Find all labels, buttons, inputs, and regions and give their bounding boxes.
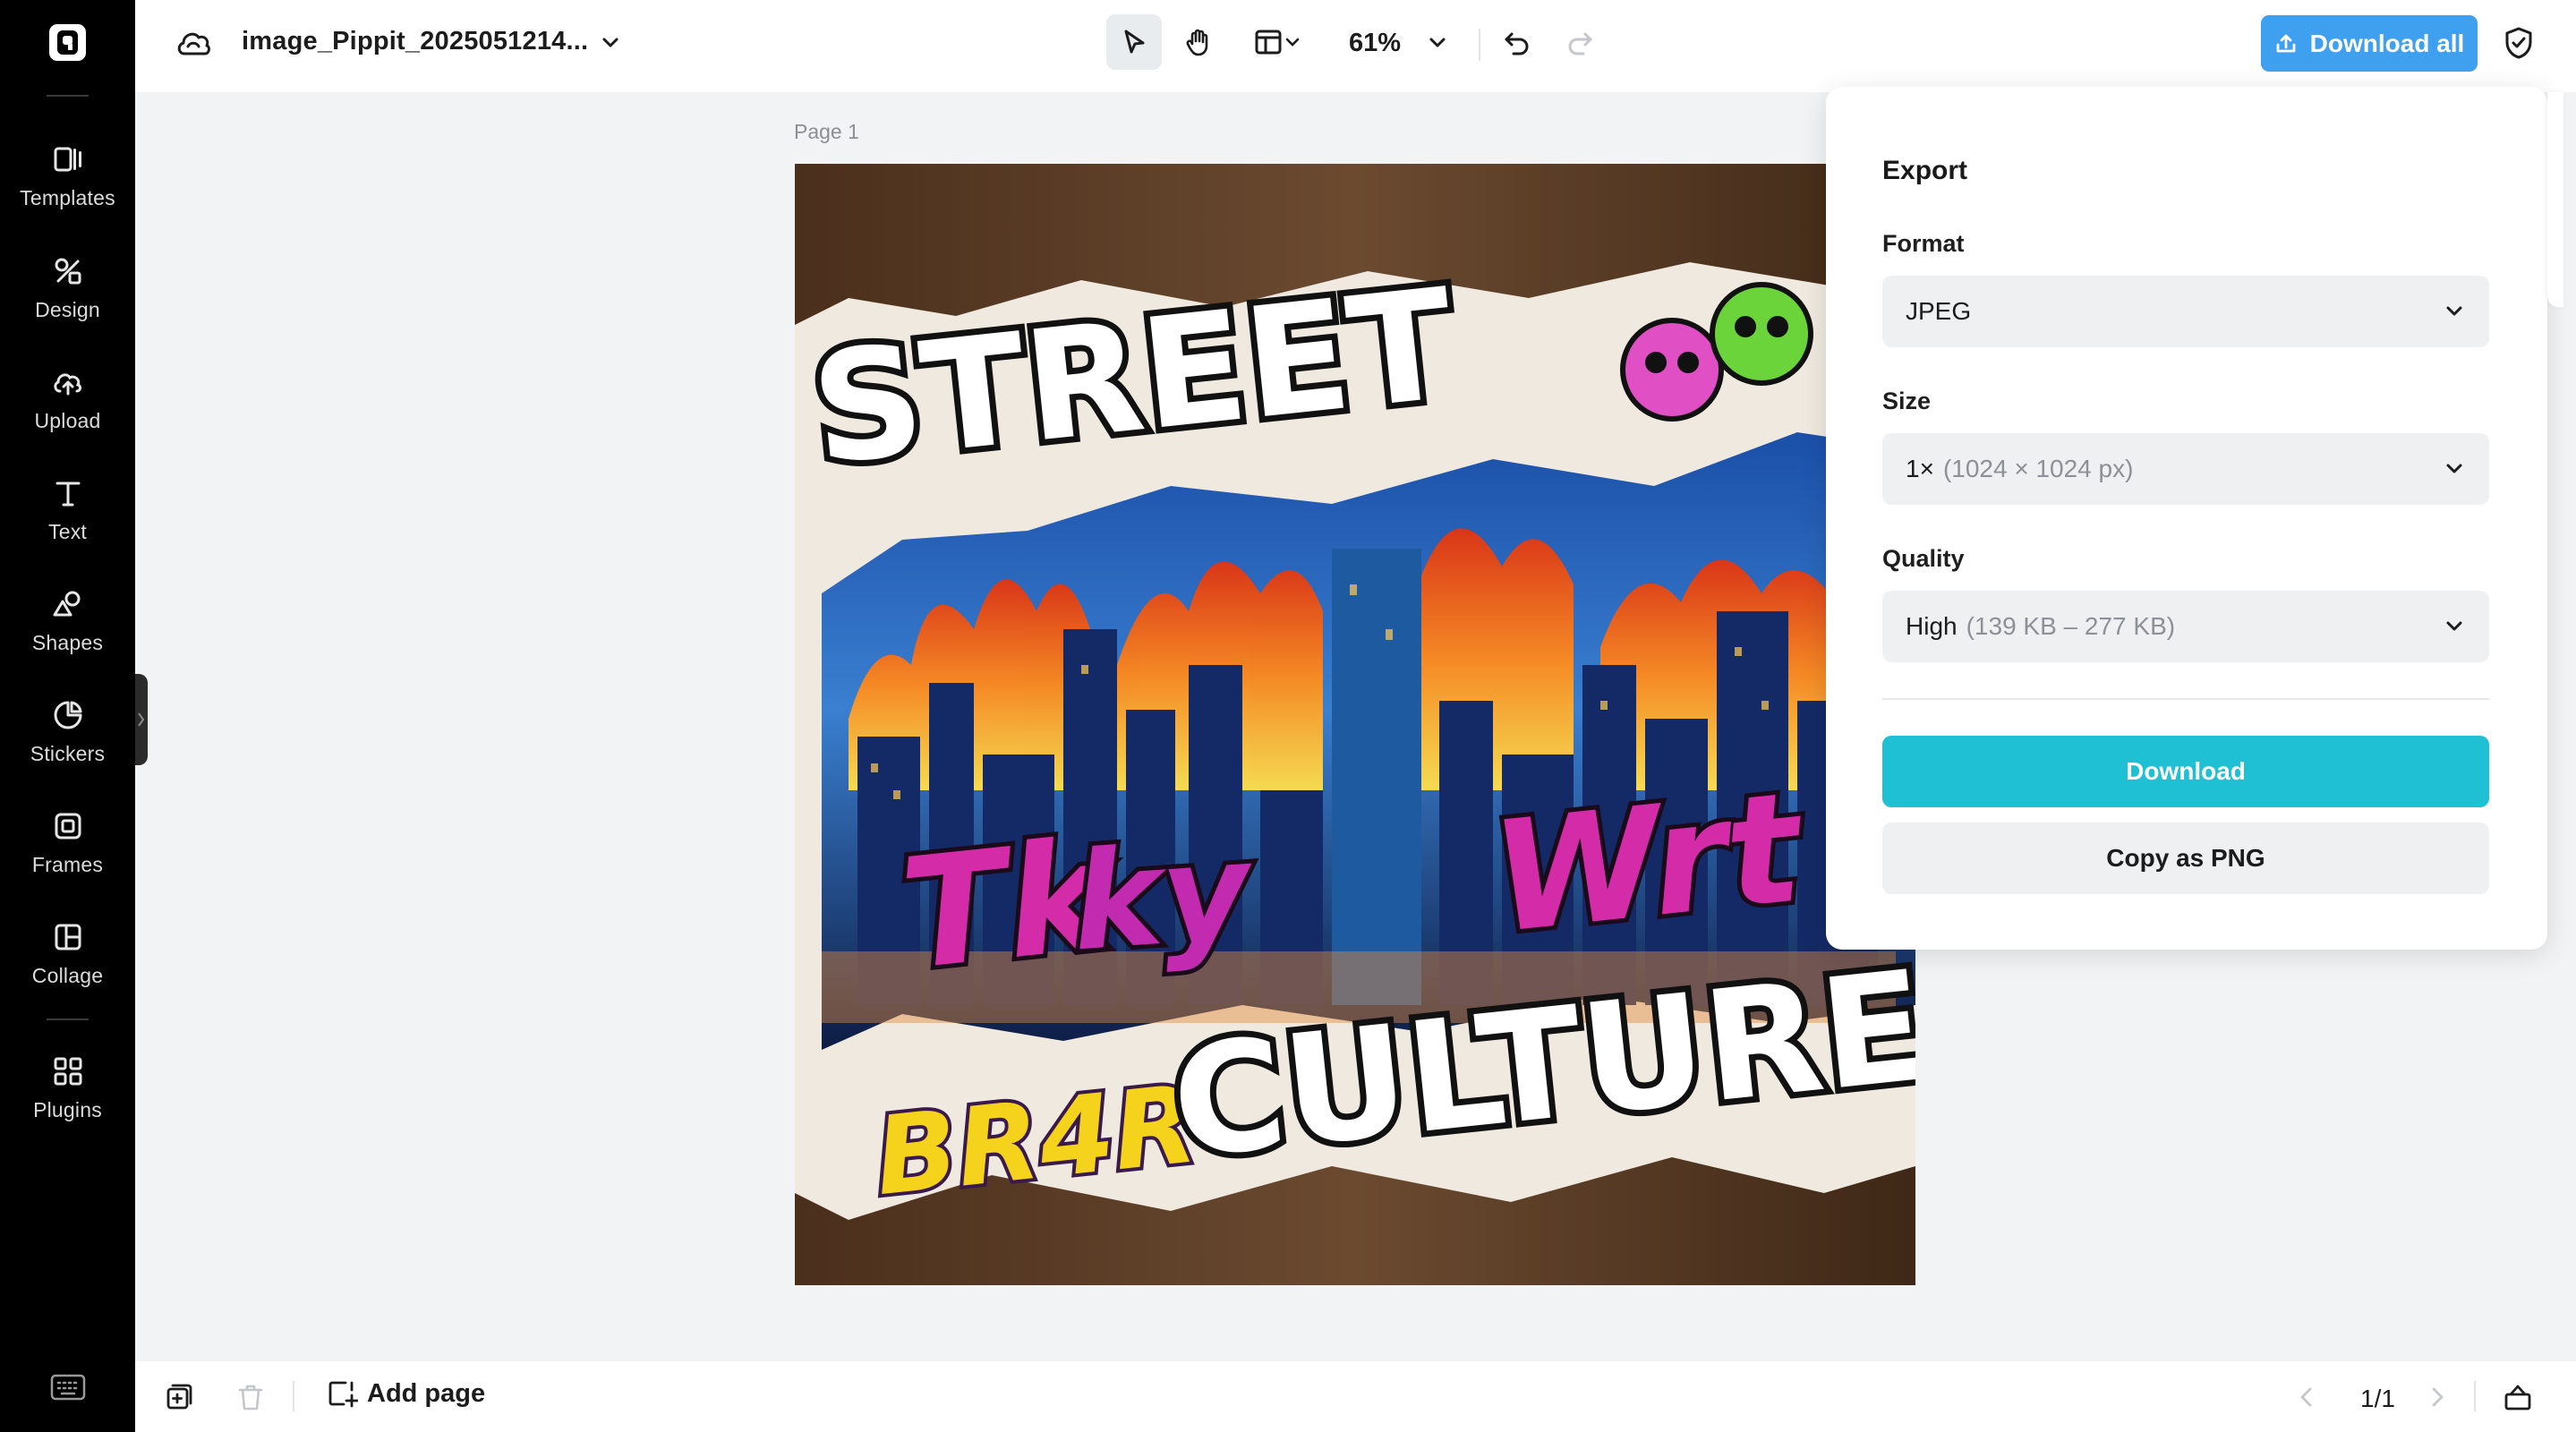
- undo-icon[interactable]: [1501, 27, 1533, 59]
- sidebar-item-label: Text: [48, 520, 87, 543]
- chevron-down-icon: [1285, 38, 1300, 47]
- sidebar-item-label: Plugins: [33, 1098, 102, 1121]
- top-toolbar: image_Pippit_2025051214... 61% Download …: [135, 0, 2576, 92]
- layout-menu-button[interactable]: [1241, 14, 1313, 70]
- page-label: Page 1: [794, 120, 859, 143]
- shapes-icon: [53, 591, 80, 617]
- bottom-divider: [293, 1381, 294, 1411]
- stickers-icon: [54, 701, 81, 729]
- right-panel-edge: [2547, 92, 2563, 307]
- sidebar-item-design[interactable]: Design: [0, 253, 135, 352]
- copy-as-png-button[interactable]: Copy as PNG: [1882, 823, 2489, 894]
- redo-icon[interactable]: [1564, 27, 1596, 59]
- keyboard-shortcuts-icon[interactable]: [50, 1374, 86, 1401]
- chevron-down-icon: [2446, 306, 2462, 316]
- quality-detail: (139 KB – 277 KB): [1966, 612, 2176, 640]
- export-title: Export: [1882, 156, 1968, 185]
- format-value: JPEG: [1906, 297, 1972, 325]
- app-logo[interactable]: [49, 24, 86, 61]
- sidebar-item-shapes[interactable]: Shapes: [0, 586, 135, 685]
- duplicate-page-icon[interactable]: [163, 1381, 195, 1413]
- layers-panel-icon[interactable]: [2502, 1381, 2534, 1413]
- format-label: Format: [1882, 230, 1965, 257]
- chevron-down-icon[interactable]: [600, 32, 621, 54]
- cursor-icon: [1124, 30, 1145, 54]
- sidebar-item-label: Collage: [31, 964, 104, 987]
- sidebar-item-label: Frames: [31, 853, 104, 876]
- plugins-icon: [54, 1057, 81, 1086]
- trash-icon[interactable]: [235, 1381, 267, 1413]
- hand-tool-button[interactable]: [1171, 14, 1226, 70]
- download-button[interactable]: Download: [1882, 736, 2489, 807]
- sidebar-item-label: Stickers: [30, 742, 106, 765]
- left-sidebar: Templates Design Upload Text Shapes Stic…: [0, 0, 135, 1432]
- sidebar-item-label: Templates: [20, 186, 115, 209]
- templates-icon: [54, 147, 81, 172]
- zoom-chevron-down-icon[interactable]: [1427, 32, 1448, 54]
- zoom-level[interactable]: 61%: [1349, 29, 1401, 58]
- next-page-icon[interactable]: [2423, 1383, 2452, 1411]
- toolbar-divider: [1479, 29, 1480, 61]
- previous-page-icon[interactable]: [2292, 1383, 2321, 1411]
- shield-check-icon[interactable]: [2501, 25, 2537, 61]
- collage-icon: [55, 924, 81, 950]
- sidebar-collapse-handle[interactable]: [135, 674, 148, 765]
- page-counter: 1/1: [2360, 1385, 2395, 1412]
- export-divider: [1882, 698, 2489, 700]
- hand-icon: [1186, 29, 1208, 56]
- upload-icon: [53, 373, 81, 396]
- document-title[interactable]: image_Pippit_2025051214...: [242, 27, 588, 56]
- sidebar-item-stickers[interactable]: Stickers: [0, 697, 135, 796]
- sidebar-item-label: Shapes: [31, 631, 104, 654]
- svg-text:Wrt: Wrt: [1485, 759, 1813, 967]
- export-panel: Export Format JPEG Size 1× (1024 × 1024 …: [1826, 87, 2547, 950]
- sidebar-item-label: Design: [35, 298, 100, 321]
- add-page-icon: [328, 1381, 358, 1408]
- add-page-button[interactable]: Add page: [326, 1377, 485, 1410]
- text-icon: [55, 482, 80, 507]
- chevron-down-icon: [2446, 621, 2462, 631]
- select-tool-button[interactable]: [1106, 14, 1162, 70]
- size-detail: (1024 × 1024 px): [1942, 455, 2134, 482]
- bottom-divider: [2474, 1381, 2476, 1411]
- svg-text:ky: ky: [1067, 814, 1259, 982]
- cloud-sync-icon[interactable]: [175, 27, 211, 59]
- quality-select[interactable]: High (139 KB – 277 KB): [1882, 591, 2489, 662]
- size-label: Size: [1882, 388, 1932, 414]
- sidebar-item-label: Upload: [34, 409, 101, 432]
- sidebar-item-frames[interactable]: Frames: [0, 808, 135, 907]
- sidebar-item-templates[interactable]: Templates: [0, 141, 135, 240]
- chevron-down-icon: [2446, 464, 2462, 473]
- sidebar-item-upload[interactable]: Upload: [0, 364, 135, 463]
- sidebar-item-collage[interactable]: Collage: [0, 919, 135, 1018]
- download-all-label: Download all: [2309, 29, 2465, 57]
- sidebar-item-text[interactable]: Text: [0, 475, 135, 574]
- street-culture-artwork: Tk ky Wrt BR4R STREET CULTURE: [795, 164, 1915, 1285]
- quality-label: Quality: [1882, 545, 1965, 572]
- chevron-right-icon: [138, 712, 145, 727]
- share-upload-icon: [2276, 34, 2296, 52]
- bottom-toolbar: Add page 1/1: [135, 1361, 2576, 1432]
- quality-value: High: [1906, 612, 1958, 640]
- layout-icon: [1255, 30, 1282, 55]
- size-select[interactable]: 1× (1024 × 1024 px): [1882, 433, 2489, 505]
- canvas-artwork[interactable]: Tk ky Wrt BR4R STREET CULTURE: [795, 164, 1915, 1285]
- design-icon: [55, 258, 81, 285]
- sidebar-divider: [47, 1019, 89, 1020]
- sidebar-item-plugins[interactable]: Plugins: [0, 1053, 135, 1152]
- download-all-button[interactable]: Download all: [2261, 15, 2478, 72]
- sidebar-divider: [47, 95, 89, 97]
- format-select[interactable]: JPEG: [1882, 276, 2489, 347]
- frames-icon: [55, 813, 81, 840]
- size-value: 1×: [1906, 455, 1934, 482]
- add-page-label: Add page: [367, 1378, 486, 1408]
